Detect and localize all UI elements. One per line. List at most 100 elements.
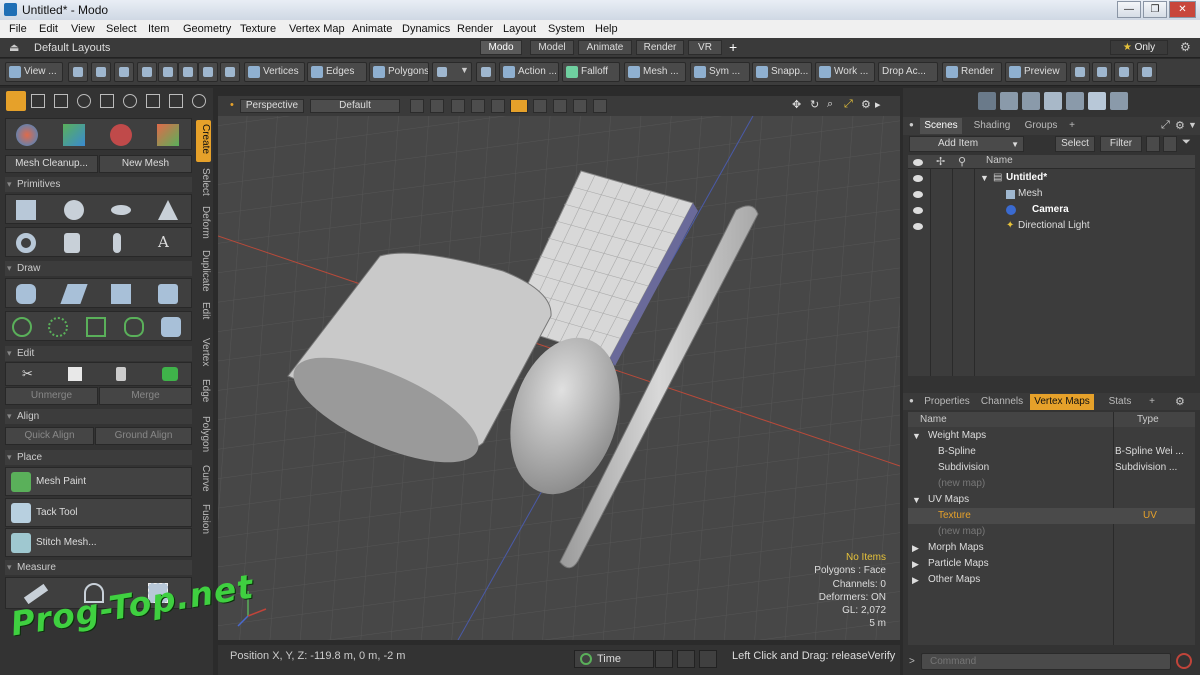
menu-render[interactable]: Render: [457, 23, 493, 35]
viewport-icon[interactable]: [655, 650, 673, 668]
search-icon[interactable]: [978, 92, 996, 110]
chevron-right-icon[interactable]: ▶: [912, 572, 919, 588]
material-mode-button[interactable]: [220, 62, 240, 82]
place-header[interactable]: Place: [5, 450, 192, 465]
chevron-down-icon[interactable]: ▼: [912, 492, 921, 508]
tab-modo[interactable]: Modo: [480, 40, 522, 55]
unmerge-button[interactable]: Unmerge: [5, 387, 98, 405]
maximize-button[interactable]: ❐: [1143, 1, 1167, 18]
expand-button[interactable]: [1137, 62, 1157, 82]
shader-icon[interactable]: [1044, 92, 1062, 110]
auto-select-button[interactable]: [476, 62, 496, 82]
menu-view[interactable]: View: [71, 23, 95, 35]
scale-icon[interactable]: [157, 124, 179, 146]
refresh-icon[interactable]: [192, 94, 206, 108]
symmetry-button[interactable]: [114, 62, 134, 82]
paint-icon[interactable]: [77, 94, 91, 108]
panel-toggle-button[interactable]: [1092, 62, 1112, 82]
menu-layout[interactable]: Layout: [503, 23, 536, 35]
polyline-icon[interactable]: [86, 317, 106, 337]
rotate-view-icon[interactable]: ↻: [810, 98, 819, 111]
vmap-row-uv-maps[interactable]: ▼ UV Maps: [908, 492, 1195, 508]
zoom-icon[interactable]: ⌕: [827, 98, 833, 111]
tab-model[interactable]: Model: [530, 40, 574, 55]
vmap-row-new-weight[interactable]: (new map): [908, 476, 1195, 492]
tab-fusion[interactable]: Fusion: [197, 504, 211, 534]
vmap-row-weight-maps[interactable]: ▼ Weight Maps: [908, 428, 1195, 444]
circle-select-button[interactable]: [178, 62, 198, 82]
default-layouts-label[interactable]: Default Layouts: [34, 42, 110, 54]
vmap-row-particle-maps[interactable]: ▶ Particle Maps: [908, 556, 1195, 572]
capsule-icon[interactable]: [113, 233, 121, 253]
action-center-button[interactable]: Action ...: [499, 62, 559, 82]
view-button[interactable]: View ...: [5, 62, 63, 82]
tack-tool-button[interactable]: Tack Tool: [5, 498, 192, 527]
monitor-icon[interactable]: [677, 650, 695, 668]
menu-file[interactable]: File: [9, 23, 27, 35]
mesh-constraint-button[interactable]: Mesh ...: [624, 62, 686, 82]
draw-header[interactable]: Draw: [5, 261, 192, 276]
grid-toggle-button[interactable]: [68, 62, 88, 82]
bspline-icon[interactable]: [48, 317, 68, 337]
copy-icon[interactable]: [68, 367, 82, 381]
new-mesh-button[interactable]: New Mesh: [99, 155, 192, 173]
add-tab-button[interactable]: +: [1065, 118, 1079, 134]
patch-icon[interactable]: [161, 317, 181, 337]
minimize-button[interactable]: —: [1117, 1, 1141, 18]
drop-action-dropdown[interactable]: Drop Ac...: [878, 62, 938, 82]
tree-row-mesh[interactable]: Mesh: [908, 186, 1195, 202]
select-button[interactable]: Select: [1055, 136, 1095, 152]
timeline-icon[interactable]: [699, 650, 717, 668]
tab-shading[interactable]: Shading: [969, 118, 1015, 134]
tab-create[interactable]: Create: [197, 124, 211, 154]
tab-deform[interactable]: Deform: [197, 206, 211, 239]
lasso-button[interactable]: [158, 62, 178, 82]
rotate-icon[interactable]: [110, 124, 132, 146]
perspective-dropdown[interactable]: Perspective: [240, 99, 304, 113]
falloff-button[interactable]: Falloff: [562, 62, 620, 82]
align-button[interactable]: [91, 62, 111, 82]
menu-vertex-map[interactable]: Vertex Map: [289, 23, 345, 35]
panel-menu-icon[interactable]: ●: [909, 396, 914, 405]
transform-icon[interactable]: [16, 124, 38, 146]
add-layout-button[interactable]: +: [729, 39, 737, 55]
add-item-dropdown[interactable]: Add Item ▼: [909, 136, 1024, 152]
light-icon[interactable]: [533, 99, 547, 113]
search-icon[interactable]: [169, 94, 183, 108]
bezier-icon[interactable]: [60, 284, 88, 304]
snapping-button[interactable]: Snapp...: [752, 62, 812, 82]
settings-icon[interactable]: ⚙: [861, 98, 871, 111]
shading-dropdown[interactable]: Default: [310, 99, 400, 113]
lines-icon[interactable]: [471, 99, 485, 113]
menu-select[interactable]: Select: [106, 23, 137, 35]
close-button[interactable]: ✕: [1169, 1, 1196, 18]
tree-row-camera[interactable]: Camera: [908, 202, 1195, 218]
time-button[interactable]: Time: [574, 650, 654, 668]
cone-icon[interactable]: [158, 200, 178, 220]
tab-curve[interactable]: Curve: [197, 465, 211, 492]
gear-icon[interactable]: ⚙: [1175, 395, 1185, 408]
duplicate-icon[interactable]: [162, 367, 178, 381]
align-header[interactable]: Align: [5, 409, 192, 424]
menu-texture[interactable]: Texture: [240, 23, 276, 35]
edit-header[interactable]: Edit: [5, 346, 192, 361]
layout-toggle-button[interactable]: [1070, 62, 1090, 82]
ellipsoid-icon[interactable]: [111, 205, 131, 215]
menu-dynamics[interactable]: Dynamics: [402, 23, 450, 35]
chevron-right-icon[interactable]: ▶: [912, 556, 919, 572]
item-mode-button[interactable]: [198, 62, 218, 82]
menu-help[interactable]: Help: [595, 23, 618, 35]
menu-item[interactable]: Item: [148, 23, 169, 35]
texture-icon[interactable]: [593, 99, 607, 113]
cylinder-icon[interactable]: [64, 233, 80, 253]
list-icon[interactable]: [1163, 136, 1177, 152]
polygons-button[interactable]: Polygons: [369, 62, 429, 82]
layers-icon[interactable]: [573, 99, 587, 113]
record-icon[interactable]: [1176, 653, 1192, 669]
preview-button[interactable]: Preview: [1005, 62, 1067, 82]
visibility-eye-icon[interactable]: [913, 191, 923, 198]
pen-icon[interactable]: [16, 284, 36, 304]
mesh-cleanup-button[interactable]: Mesh Cleanup...: [5, 155, 98, 173]
camera-icon[interactable]: [553, 99, 567, 113]
sphere-icon[interactable]: [64, 200, 84, 220]
